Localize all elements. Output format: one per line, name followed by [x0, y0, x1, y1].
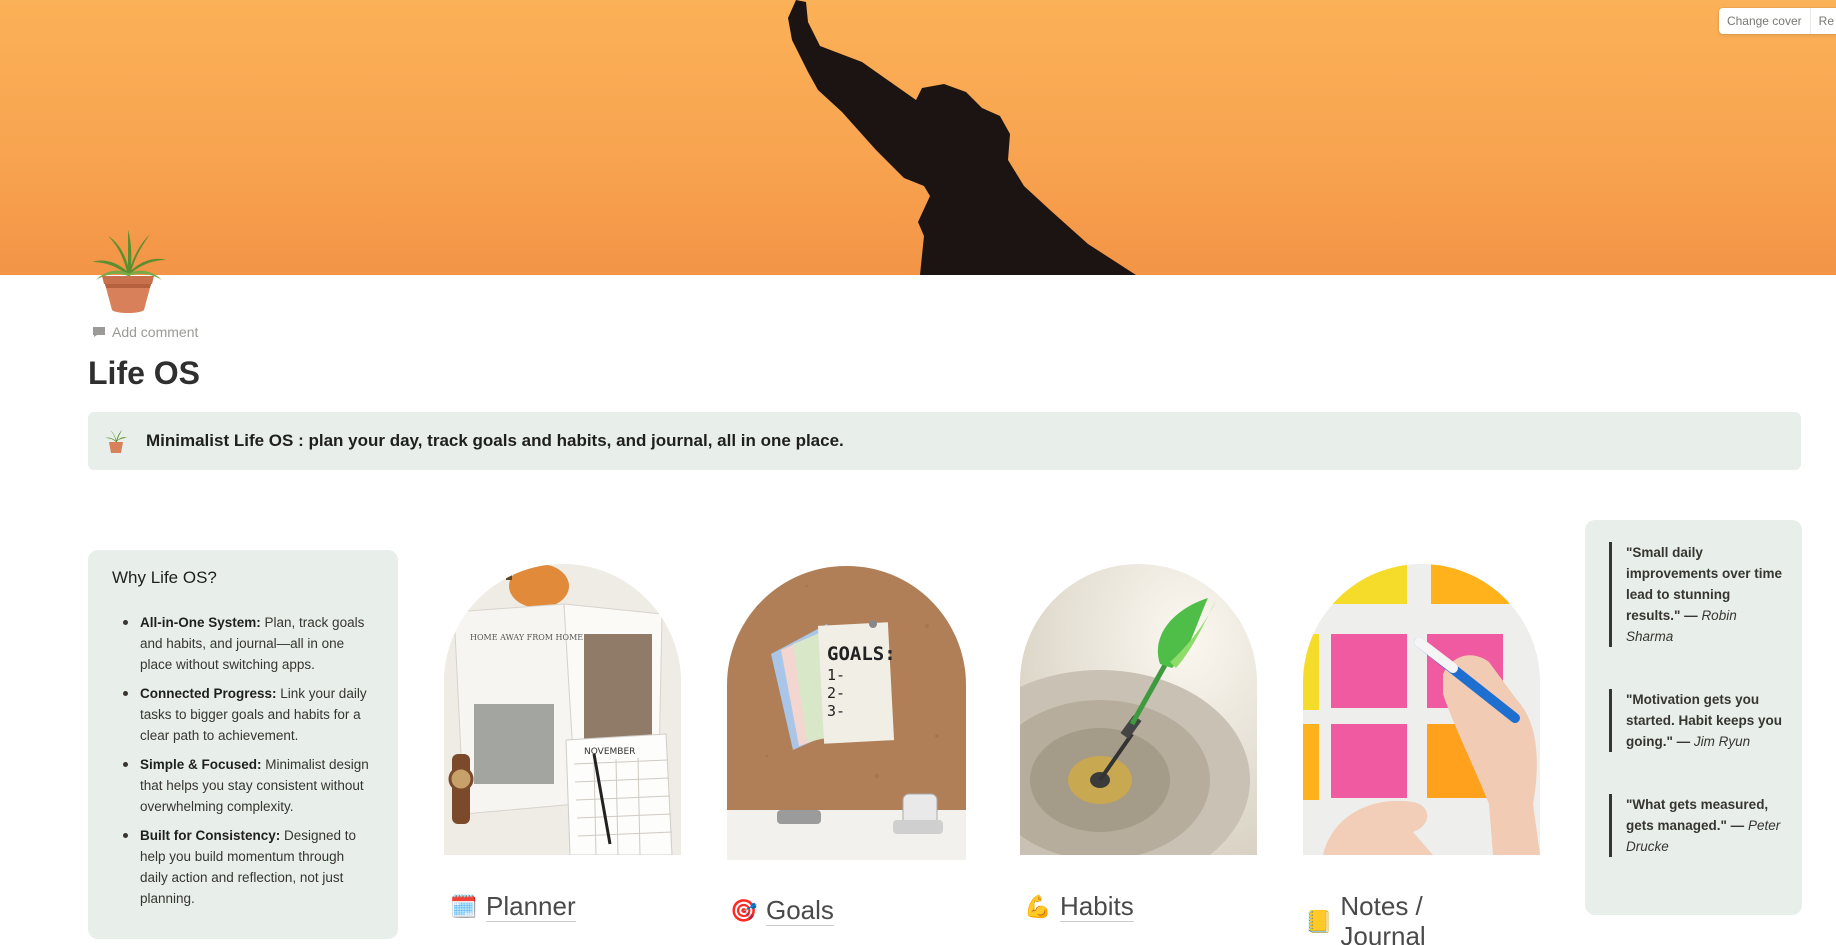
- list-item: All-in-One System: Plan, track goals and…: [112, 612, 374, 675]
- potted-plant-icon[interactable]: [88, 228, 168, 314]
- planner-image[interactable]: HOME AWAY FROM HOME NOVEMBER: [444, 564, 681, 855]
- quote-block: "What gets measured, gets managed." — Pe…: [1609, 794, 1784, 857]
- list-item: Built for Consistency: Designed to help …: [112, 825, 374, 909]
- add-comment-label: Add comment: [112, 324, 199, 340]
- goals-image[interactable]: GOALS: 1- 2- 3-: [727, 566, 966, 860]
- quote-block: "Small daily improvements over time lead…: [1609, 542, 1784, 647]
- goals-note-line-2: 2-: [827, 684, 845, 702]
- potted-plant-icon: [105, 430, 127, 453]
- quote-text: "What gets measured, gets managed." —: [1626, 797, 1769, 833]
- why-list: All-in-One System: Plan, track goals and…: [112, 612, 374, 909]
- notes-journal-link[interactable]: 📒 Notes / Journal: [1305, 891, 1426, 945]
- change-cover-button[interactable]: Change cover: [1719, 8, 1810, 34]
- planner-link-label: Planner: [486, 891, 576, 922]
- why-life-os-callout: Why Life OS? All-in-One System: Plan, tr…: [88, 550, 398, 939]
- intro-callout: Minimalist Life OS : plan your day, trac…: [88, 412, 1801, 470]
- target-icon: 🎯: [730, 897, 758, 923]
- goals-note-line-3: 3-: [827, 702, 845, 720]
- habits-image[interactable]: [1020, 564, 1257, 855]
- quotes-callout: "Small daily improvements over time lead…: [1585, 520, 1802, 915]
- quote-author: Jim Ryun: [1693, 734, 1751, 749]
- callout-text: Minimalist Life OS : plan your day, trac…: [146, 431, 844, 450]
- calendar-icon: 🗓️: [450, 893, 478, 919]
- goals-note-title-text: GOALS:: [827, 643, 896, 665]
- list-item: Simple & Focused: Minimalist design that…: [112, 754, 374, 817]
- page-cover: Change cover Re: [0, 0, 1836, 275]
- page-title[interactable]: Life OS: [88, 355, 200, 392]
- add-comment-button[interactable]: Add comment: [92, 324, 198, 340]
- list-item-heading: Connected Progress:: [140, 686, 277, 701]
- notes-journal-link-label: Notes / Journal: [1340, 891, 1426, 945]
- goals-link[interactable]: 🎯 Goals: [730, 895, 834, 926]
- cover-actions: Change cover Re: [1718, 8, 1836, 34]
- reposition-button[interactable]: Re: [1809, 8, 1836, 34]
- habits-link[interactable]: 💪 Habits: [1024, 891, 1134, 922]
- notes-journal-image[interactable]: [1303, 564, 1540, 855]
- cover-silhouette-image: [788, 0, 1136, 275]
- list-item-heading: All-in-One System:: [140, 615, 261, 630]
- planner-calendar-month-text: NOVEMBER: [584, 747, 635, 757]
- flexed-arm-icon: 💪: [1024, 893, 1052, 919]
- quote-block: "Motivation gets you started. Habit keep…: [1609, 689, 1784, 752]
- planner-link[interactable]: 🗓️ Planner: [450, 891, 576, 922]
- why-title: Why Life OS?: [112, 568, 217, 587]
- list-item-heading: Simple & Focused:: [140, 757, 262, 772]
- list-item-heading: Built for Consistency:: [140, 828, 281, 843]
- notebook-icon: 📒: [1305, 908, 1333, 934]
- comment-icon: [93, 327, 105, 337]
- goals-note-line-1: 1-: [827, 666, 845, 684]
- planner-magazine-text: HOME AWAY FROM HOME: [470, 633, 583, 642]
- list-item: Connected Progress: Link your daily task…: [112, 683, 374, 746]
- goals-link-label: Goals: [766, 895, 834, 926]
- habits-link-label: Habits: [1060, 891, 1134, 922]
